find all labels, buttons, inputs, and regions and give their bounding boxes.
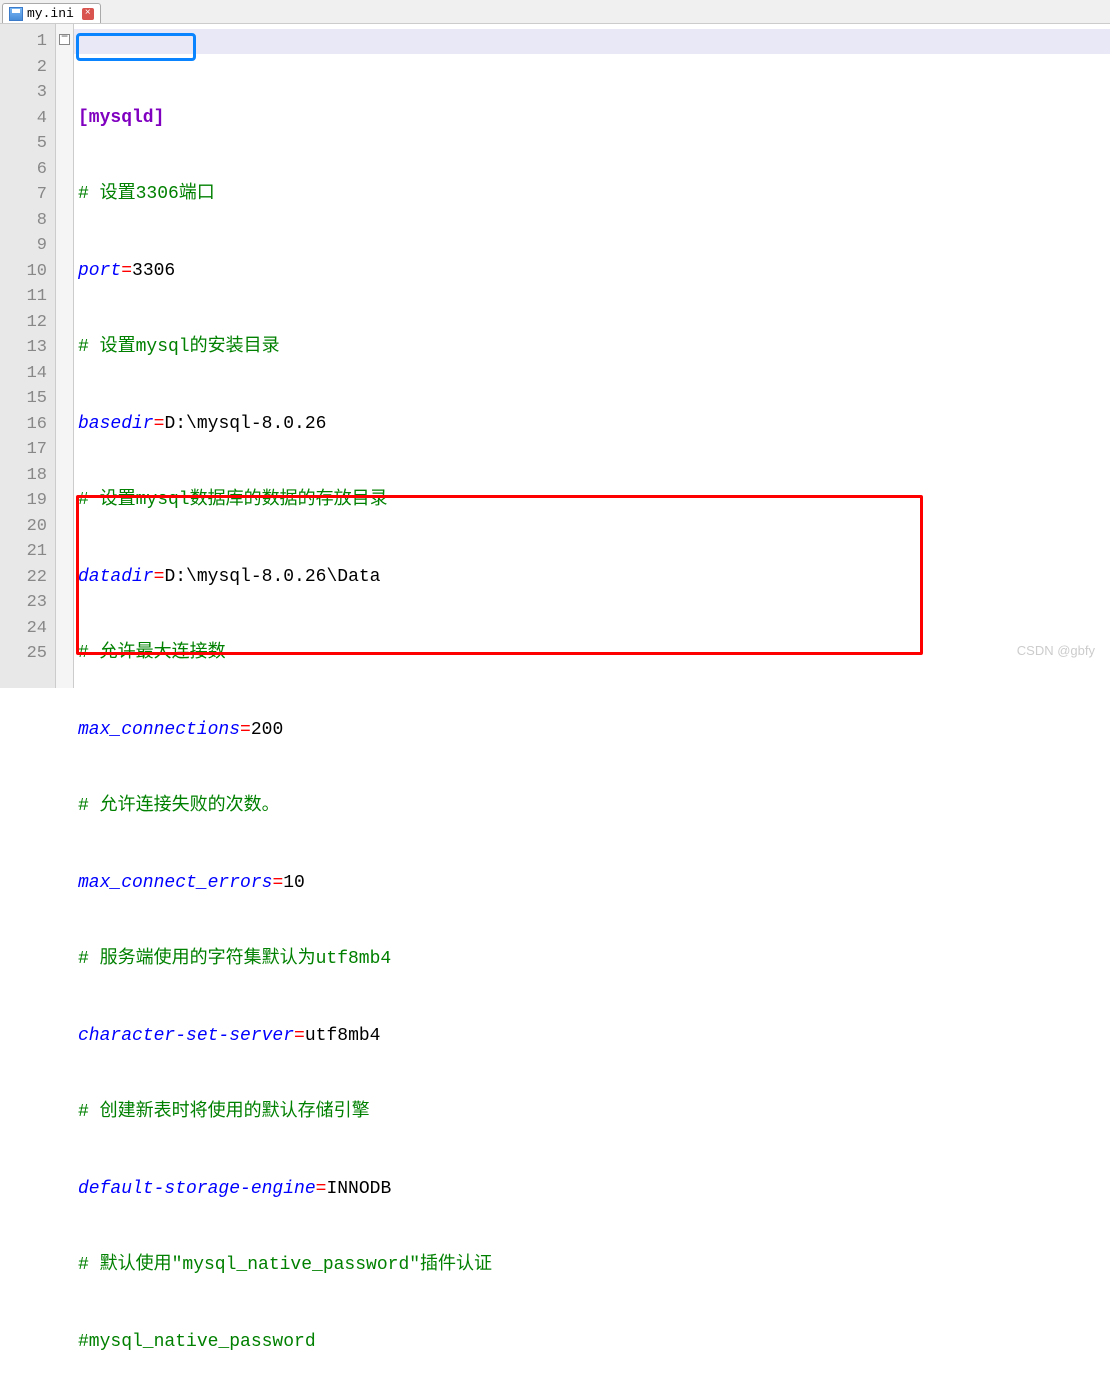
line-number: 17 (0, 437, 47, 463)
ini-equals: = (121, 261, 132, 281)
ini-comment: # 允许连接失败的次数。 (78, 796, 280, 816)
watermark: CSDN @gbfy (1017, 643, 1095, 658)
code-line: basedir=D:\mysql-8.0.26 (78, 412, 1110, 438)
fold-gutter (56, 24, 74, 688)
editor-area: 1 2 3 4 5 6 7 8 9 10 11 12 13 14 15 16 1… (0, 24, 1110, 688)
current-line-highlight (74, 29, 1110, 54)
line-number: 24 (0, 616, 47, 642)
line-number: 14 (0, 361, 47, 387)
ini-comment: # 默认使用"mysql_native_password"插件认证 (78, 1255, 492, 1275)
tab-bar: my.ini × (0, 0, 1110, 24)
line-number: 6 (0, 157, 47, 183)
ini-value: D:\mysql-8.0.26 (164, 414, 326, 434)
ini-value: 3306 (132, 261, 175, 281)
ini-equals: = (316, 1179, 327, 1199)
ini-equals: = (154, 567, 165, 587)
code-line: # 服务端使用的字符集默认为utf8mb4 (78, 947, 1110, 973)
line-number: 5 (0, 131, 47, 157)
code-line: default-storage-engine=INNODB (78, 1177, 1110, 1203)
code-line: # 创建新表时将使用的默认存储引擎 (78, 1100, 1110, 1126)
line-number: 18 (0, 463, 47, 489)
code-line: character-set-server=utf8mb4 (78, 1024, 1110, 1050)
ini-value: 10 (283, 873, 305, 893)
ini-comment: # 设置mysql的安装目录 (78, 337, 280, 357)
line-number: 23 (0, 590, 47, 616)
line-number: 10 (0, 259, 47, 285)
line-number-gutter: 1 2 3 4 5 6 7 8 9 10 11 12 13 14 15 16 1… (0, 24, 56, 688)
line-number: 15 (0, 386, 47, 412)
ini-value: 200 (251, 720, 283, 740)
code-line: # 允许连接失败的次数。 (78, 794, 1110, 820)
ini-key: default-storage-engine (78, 1179, 316, 1199)
ini-value: INNODB (326, 1179, 391, 1199)
code-line: #mysql_native_password (78, 1330, 1110, 1356)
code-line: # 设置3306端口 (78, 182, 1110, 208)
line-number: 25 (0, 641, 47, 667)
line-number: 4 (0, 106, 47, 132)
ini-equals: = (272, 873, 283, 893)
ini-value: utf8mb4 (305, 1026, 381, 1046)
ini-key: basedir (78, 414, 154, 434)
line-number: 11 (0, 284, 47, 310)
ini-comment: # 设置mysql数据库的数据的存放目录 (78, 490, 388, 510)
ini-comment: # 服务端使用的字符集默认为utf8mb4 (78, 949, 391, 969)
line-number: 21 (0, 539, 47, 565)
line-number: 19 (0, 488, 47, 514)
line-number: 3 (0, 80, 47, 106)
fold-toggle-icon[interactable] (59, 34, 70, 45)
code-line: datadir=D:\mysql-8.0.26\Data (78, 565, 1110, 591)
close-icon[interactable]: × (82, 8, 94, 20)
line-number: 7 (0, 182, 47, 208)
code-area[interactable]: [mysqld] # 设置3306端口 port=3306 # 设置mysql的… (74, 24, 1110, 688)
file-tab[interactable]: my.ini × (2, 3, 101, 23)
ini-comment: # 创建新表时将使用的默认存储引擎 (78, 1102, 370, 1122)
code-line: max_connect_errors=10 (78, 871, 1110, 897)
ini-key: character-set-server (78, 1026, 294, 1046)
ini-comment: # 设置3306端口 (78, 184, 215, 204)
ini-equals: = (294, 1026, 305, 1046)
line-number: 20 (0, 514, 47, 540)
code-line: # 设置mysql的安装目录 (78, 335, 1110, 361)
code-line: [mysqld] (78, 106, 1110, 132)
ini-key: max_connect_errors (78, 873, 272, 893)
line-number: 16 (0, 412, 47, 438)
ini-section: [mysqld] (78, 108, 164, 128)
line-number: 22 (0, 565, 47, 591)
code-line: # 默认使用"mysql_native_password"插件认证 (78, 1253, 1110, 1279)
line-number: 2 (0, 55, 47, 81)
line-number: 13 (0, 335, 47, 361)
ini-equals: = (240, 720, 251, 740)
ini-equals: = (154, 414, 165, 434)
line-number: 8 (0, 208, 47, 234)
code-line: port=3306 (78, 259, 1110, 285)
ini-key: max_connections (78, 720, 240, 740)
code-line: max_connections=200 (78, 718, 1110, 744)
ini-key: port (78, 261, 121, 281)
tab-filename: my.ini (27, 6, 74, 21)
ini-value: D:\mysql-8.0.26\Data (164, 567, 380, 587)
line-number: 1 (0, 29, 47, 55)
disk-icon (9, 7, 23, 21)
code-line: # 允许最大连接数 (78, 641, 1110, 667)
line-number: 12 (0, 310, 47, 336)
code-line: # 设置mysql数据库的数据的存放目录 (78, 488, 1110, 514)
ini-comment: #mysql_native_password (78, 1332, 316, 1352)
ini-key: datadir (78, 567, 154, 587)
ini-comment: # 允许最大连接数 (78, 643, 226, 663)
line-number: 9 (0, 233, 47, 259)
